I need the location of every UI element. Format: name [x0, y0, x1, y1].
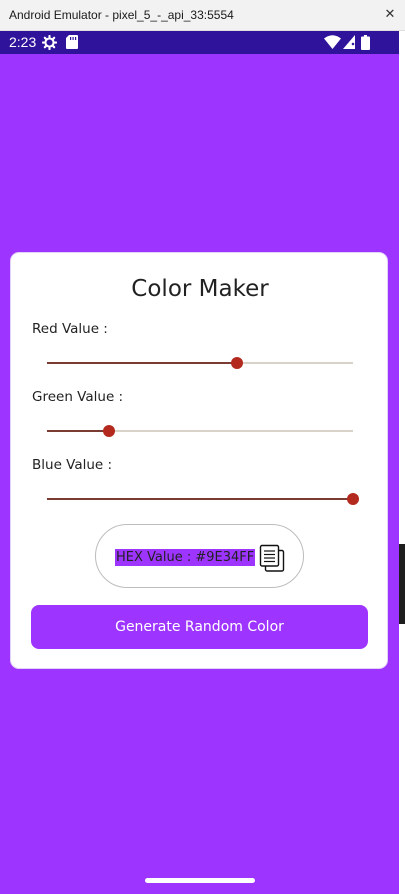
generate-random-color-button[interactable]: Generate Random Color	[31, 605, 368, 649]
slider-track-fill	[47, 362, 237, 364]
blue-slider[interactable]	[47, 489, 359, 509]
close-icon[interactable]: ✕	[378, 3, 402, 27]
battery-icon	[361, 35, 370, 50]
slider-track-fill	[47, 430, 109, 432]
blue-value-label: Blue Value :	[32, 457, 113, 473]
status-time: 2:23	[9, 34, 37, 50]
status-bar: 2:23	[0, 31, 405, 54]
green-value-label: Green Value :	[32, 389, 124, 405]
color-maker-card: Color Maker Red Value : Green Value : Bl…	[10, 252, 388, 669]
green-slider[interactable]	[47, 421, 353, 441]
window-title: Android Emulator - pixel_5_-_api_33:5554	[9, 8, 234, 22]
signal-icon	[343, 35, 355, 49]
host-desktop-edge	[399, 31, 405, 894]
settings-gear-icon	[42, 35, 57, 50]
host-window-fragment	[399, 544, 405, 624]
window-titlebar: Android Emulator - pixel_5_-_api_33:5554…	[0, 0, 405, 31]
hex-value-box: HEX Value : #9E34FF	[95, 524, 304, 588]
hex-value-text[interactable]: HEX Value : #9E34FF	[115, 549, 256, 566]
slider-thumb[interactable]	[231, 357, 243, 369]
slider-track-fill	[47, 498, 353, 500]
gesture-handle[interactable]	[145, 878, 255, 883]
slider-thumb[interactable]	[347, 493, 359, 505]
slider-thumb[interactable]	[103, 425, 115, 437]
red-value-label: Red Value :	[32, 321, 108, 337]
wifi-icon	[324, 35, 341, 49]
card-title: Color Maker	[131, 276, 269, 302]
copy-icon[interactable]	[259, 544, 285, 572]
sd-card-icon	[66, 35, 78, 49]
navigation-bar	[0, 866, 399, 894]
red-slider[interactable]	[47, 353, 353, 373]
